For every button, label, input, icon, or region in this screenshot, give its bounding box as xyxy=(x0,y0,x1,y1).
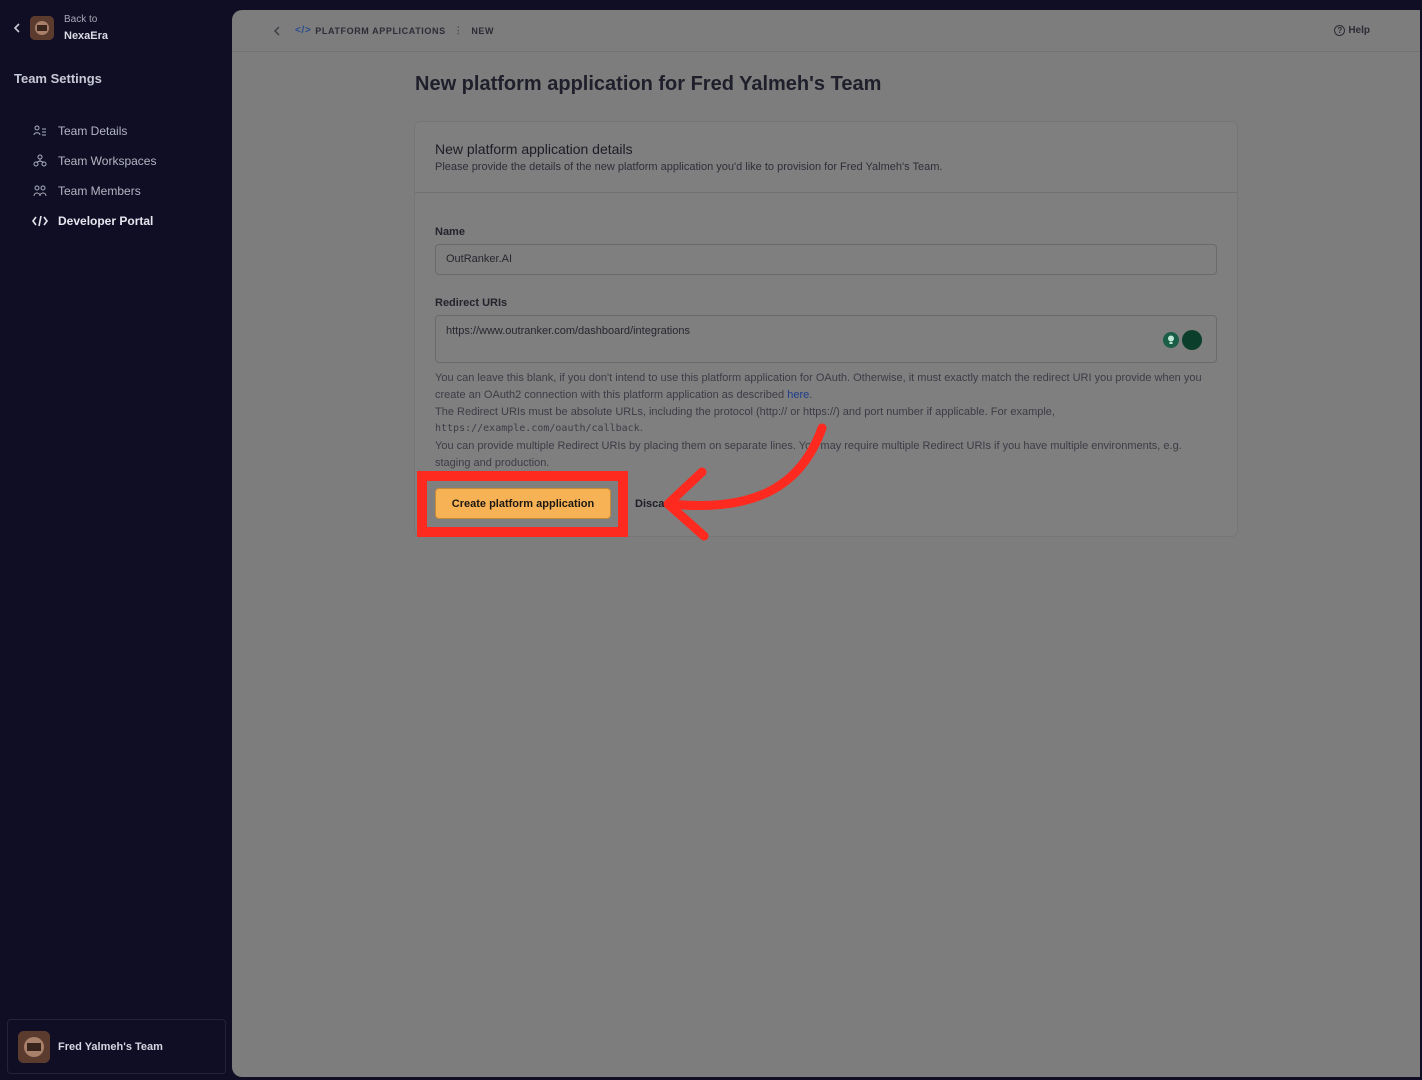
breadcrumb-new: NEW xyxy=(471,25,495,36)
help-paragraph-1: You can leave this blank, if you don't i… xyxy=(435,372,1202,401)
back-label: Back to xyxy=(64,14,98,25)
lightbulb-icon xyxy=(1163,332,1179,348)
grammarly-icon xyxy=(1182,330,1202,350)
workspace-name: NexaEra xyxy=(64,30,109,42)
sidebar: Back to NexaEra Team Settings Team Detai… xyxy=(0,0,232,1080)
team-name: Fred Yalmeh's Team xyxy=(58,1040,163,1053)
redirect-uris-value: https://www.outranker.com/dashboard/inte… xyxy=(446,325,690,337)
redirect-uris-label: Redirect URIs xyxy=(435,297,508,309)
sidebar-item-team-workspaces[interactable]: Team Workspaces xyxy=(32,146,156,176)
card-subtitle: Please provide the details of the new pl… xyxy=(435,161,943,173)
topbar: </> PLATFORM APPLICATIONS ⋮ NEW ? Help xyxy=(232,10,1420,52)
back-to-workspace[interactable]: Back to NexaEra xyxy=(10,12,108,44)
team-details-icon xyxy=(32,123,48,139)
grammarly-widget[interactable] xyxy=(1163,330,1202,350)
help-label: Help xyxy=(1348,25,1370,36)
sidebar-item-developer-portal[interactable]: Developer Portal xyxy=(32,206,156,236)
sidebar-item-label: Team Details xyxy=(58,124,128,138)
redirect-uris-textarea[interactable]: https://www.outranker.com/dashboard/inte… xyxy=(435,315,1217,363)
sidebar-item-team-details[interactable]: Team Details xyxy=(32,116,156,146)
sidebar-item-team-members[interactable]: Team Members xyxy=(32,176,156,206)
breadcrumb: </> PLATFORM APPLICATIONS ⋮ NEW xyxy=(295,25,494,36)
name-input[interactable]: OutRanker.AI xyxy=(435,244,1217,275)
sidebar-item-label: Team Members xyxy=(58,184,141,198)
card-title: New platform application details xyxy=(435,141,633,157)
help-paragraph-2: The Redirect URIs must be absolute URLs,… xyxy=(435,405,1055,418)
members-icon xyxy=(32,183,48,199)
breadcrumb-platform-applications[interactable]: PLATFORM APPLICATIONS xyxy=(315,26,445,36)
team-switcher[interactable]: Fred Yalmeh's Team xyxy=(7,1019,226,1074)
help-example-url: https://example.com/oauth/callback xyxy=(435,423,640,435)
sidebar-item-label: Team Workspaces xyxy=(58,154,157,168)
sidebar-section-title: Team Settings xyxy=(14,71,102,86)
chevron-left-icon xyxy=(13,23,20,33)
page-title: New platform application for Fred Yalmeh… xyxy=(415,73,882,95)
sidebar-nav: Team Details Team Workspaces Team Member… xyxy=(32,116,156,236)
name-label: Name xyxy=(435,226,465,238)
card-header: New platform application details Please … xyxy=(415,122,1237,193)
question-icon: ? xyxy=(1334,25,1346,36)
sidebar-item-label: Developer Portal xyxy=(58,214,154,228)
workspace-logo xyxy=(30,16,54,40)
help-paragraph-1-end: . xyxy=(809,388,813,401)
code-icon xyxy=(32,213,48,229)
docs-link[interactable]: here xyxy=(787,389,809,401)
workspaces-icon xyxy=(32,153,48,169)
annotation-highlight-box xyxy=(417,471,628,537)
team-avatar xyxy=(18,1030,50,1063)
annotation-arrow-icon xyxy=(663,423,827,541)
code-icon: </> xyxy=(295,25,312,36)
chevron-left-icon[interactable] xyxy=(270,24,284,38)
help-button[interactable]: ? Help xyxy=(1334,25,1370,36)
breadcrumb-separator: ⋮ xyxy=(453,25,464,35)
